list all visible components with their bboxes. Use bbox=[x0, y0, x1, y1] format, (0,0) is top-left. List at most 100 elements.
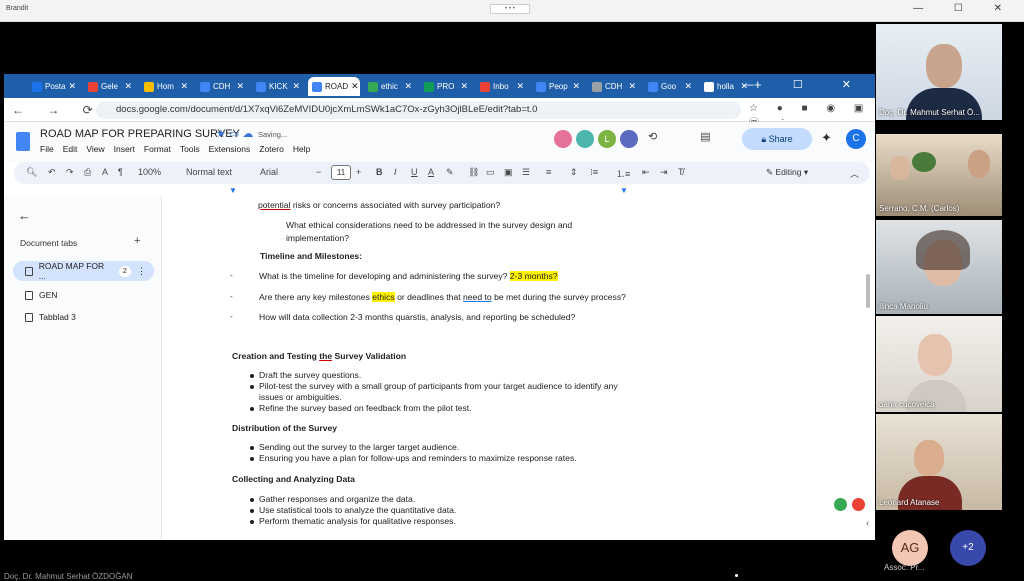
paint-format-icon[interactable]: ¶ bbox=[118, 167, 123, 177]
browser-tab[interactable]: Inbo ✕ bbox=[476, 77, 528, 96]
q2-text-c: be met during the survey process? bbox=[494, 292, 626, 302]
participant-tile[interactable]: Leonard Atanase bbox=[876, 414, 1002, 510]
numbered-list-icon[interactable]: ⒈≡ bbox=[616, 167, 630, 180]
underline-button[interactable]: U bbox=[411, 167, 418, 177]
font-size-decrease[interactable]: − bbox=[316, 167, 321, 177]
browser-tab[interactable]: PRO ✕ bbox=[420, 77, 472, 96]
redo-icon[interactable]: ↷ bbox=[66, 167, 74, 178]
zoom-select[interactable]: 100% bbox=[138, 167, 161, 177]
italic-button[interactable]: I bbox=[394, 167, 397, 177]
browser-tab[interactable]: Posta ✕ bbox=[28, 77, 80, 96]
close-tab-icon[interactable]: ✕ bbox=[572, 81, 584, 92]
collapse-toolbar-icon[interactable]: ︿ bbox=[850, 167, 859, 180]
font-size-increase[interactable]: + bbox=[356, 167, 361, 177]
collaborator-avatar[interactable] bbox=[554, 130, 572, 148]
back-arrow-icon[interactable]: ← bbox=[18, 208, 31, 223]
editing-mode-select[interactable]: ✎ Editing ▾ bbox=[766, 167, 808, 178]
menu-item[interactable]: Edit bbox=[63, 144, 78, 154]
more-options-icon[interactable]: ⋮ bbox=[137, 266, 146, 277]
close-tab-icon[interactable]: ✕ bbox=[236, 81, 248, 92]
menu-item[interactable]: Extensions bbox=[209, 144, 251, 154]
close-tab-icon[interactable]: ✕ bbox=[404, 81, 416, 92]
right-indent-marker[interactable]: ▼ bbox=[620, 186, 628, 195]
browser-tab[interactable]: CDH ✕ bbox=[588, 77, 640, 96]
menu-item[interactable]: View bbox=[86, 144, 104, 154]
font-select[interactable]: Arial bbox=[260, 167, 278, 177]
participant-tile[interactable]: Doç. Dr. Mahmut Serhat Ö... bbox=[876, 24, 1002, 120]
insert-link-icon[interactable]: ⛓ bbox=[468, 167, 479, 178]
collaborator-avatar[interactable] bbox=[620, 130, 638, 148]
browser-tab[interactable]: ROAD ✕ bbox=[308, 77, 360, 96]
browser-tab[interactable]: Hom ✕ bbox=[140, 77, 192, 96]
add-comment-icon[interactable] bbox=[834, 498, 847, 511]
url-input[interactable]: docs.google.com/document/d/1X7xqVi6ZeMVI… bbox=[96, 101, 741, 119]
browser-tab[interactable]: ethic ✕ bbox=[364, 77, 416, 96]
align-icon[interactable]: ≡ bbox=[546, 167, 551, 177]
left-indent-marker[interactable]: ▼ bbox=[229, 186, 237, 195]
spellcheck-icon[interactable]: A bbox=[102, 167, 108, 177]
menu-item[interactable]: Tools bbox=[180, 144, 200, 154]
sidebar-tab-gen[interactable]: GEN bbox=[13, 285, 154, 305]
gemini-icon[interactable]: ✦ bbox=[821, 130, 832, 146]
indent-icon[interactable]: ⇤ bbox=[642, 167, 650, 178]
vertical-scrollbar[interactable] bbox=[866, 274, 870, 308]
close-tab-icon[interactable]: ✕ bbox=[292, 81, 304, 92]
menu-item[interactable]: File bbox=[40, 144, 54, 154]
browser-tab[interactable]: Goo ✕ bbox=[644, 77, 696, 96]
account-avatar[interactable]: C bbox=[846, 129, 866, 149]
docs-logo-icon[interactable] bbox=[16, 132, 30, 151]
menu-item[interactable]: Format bbox=[144, 144, 171, 154]
star-icon[interactable]: ★ ▭ ☁ bbox=[216, 127, 253, 140]
undo-icon[interactable]: ↶ bbox=[48, 167, 56, 178]
sidebar-tab-tabblad-3[interactable]: Tabblad 3 bbox=[13, 307, 154, 327]
close-tab-icon[interactable]: ✕ bbox=[351, 81, 360, 92]
meeting-center-handle[interactable]: • • • bbox=[490, 4, 530, 14]
collapse-panel-icon[interactable]: ‹ bbox=[866, 518, 869, 529]
outdent-icon[interactable]: ⇥ bbox=[660, 167, 668, 178]
close-tab-icon[interactable]: ✕ bbox=[180, 81, 192, 92]
collaborator-avatar[interactable] bbox=[576, 130, 594, 148]
document-title[interactable]: ROAD MAP FOR PREPARING SURVEY bbox=[40, 128, 240, 140]
search-menus-icon[interactable]: 🔍︎ bbox=[26, 167, 37, 178]
browser-tab[interactable]: Gele ✕ bbox=[84, 77, 136, 96]
participant-tile[interactable]: Serrano, C.M. (Carlos) bbox=[876, 134, 1002, 216]
menu-item[interactable]: Help bbox=[293, 144, 310, 154]
collaborator-avatar[interactable]: L bbox=[598, 130, 616, 148]
close-tab-icon[interactable]: ✕ bbox=[124, 81, 136, 92]
tab-label: CDH bbox=[605, 82, 623, 91]
meeting-window-controls[interactable]: — ☐ ✕ bbox=[913, 3, 1016, 14]
sidebar-tab-road-map[interactable]: ROAD MAP FOR ... 2 ⋮ bbox=[13, 261, 154, 281]
text-color-button[interactable]: A bbox=[428, 167, 434, 177]
bulleted-list-icon[interactable]: ⁝≡ bbox=[590, 167, 598, 178]
menu-item[interactable]: Insert bbox=[114, 144, 135, 154]
suggest-edit-icon[interactable] bbox=[852, 498, 865, 511]
ruler: ▼ ▼ bbox=[4, 186, 875, 196]
more-participants-button[interactable]: +2 bbox=[950, 530, 986, 566]
close-tab-icon[interactable]: ✕ bbox=[684, 81, 696, 92]
participant-avatar-ag[interactable]: AG bbox=[892, 530, 928, 566]
close-tab-icon[interactable]: ✕ bbox=[68, 81, 80, 92]
participant-tile[interactable]: Ilinca Manoliu bbox=[876, 220, 1002, 314]
menu-item[interactable]: Zotero bbox=[259, 144, 284, 154]
print-icon[interactable]: ⎙ bbox=[84, 167, 91, 178]
close-tab-icon[interactable]: ✕ bbox=[460, 81, 472, 92]
browser-tab[interactable]: Peop ✕ bbox=[532, 77, 584, 96]
bold-button[interactable]: B bbox=[376, 167, 383, 177]
share-button[interactable]: 🔒︎ Share bbox=[742, 128, 812, 150]
style-select[interactable]: Normal text bbox=[186, 167, 232, 177]
browser-tab[interactable]: CDH ✕ bbox=[196, 77, 248, 96]
line-spacing-icon[interactable]: ⇕ bbox=[570, 167, 578, 178]
font-size-input[interactable]: 11 bbox=[331, 165, 351, 180]
clear-formatting-icon[interactable]: T̸ bbox=[678, 167, 684, 177]
checklist-icon[interactable]: ☰ bbox=[522, 167, 530, 178]
browser-window-controls[interactable]: — ☐ ✕ bbox=[743, 78, 869, 91]
image-icon[interactable]: ▣ bbox=[504, 167, 513, 178]
add-tab-icon[interactable]: + bbox=[134, 235, 140, 247]
highlight-icon[interactable]: ✎ bbox=[446, 167, 454, 178]
participant-tile[interactable]: oana cucoveica bbox=[876, 316, 1002, 412]
browser-tab[interactable]: KICK ✕ bbox=[252, 77, 304, 96]
document-body[interactable]: potential risks or concerns associated w… bbox=[162, 196, 875, 540]
close-tab-icon[interactable]: ✕ bbox=[516, 81, 528, 92]
close-tab-icon[interactable]: ✕ bbox=[628, 81, 640, 92]
comment-icon[interactable]: ▭ bbox=[486, 167, 495, 178]
